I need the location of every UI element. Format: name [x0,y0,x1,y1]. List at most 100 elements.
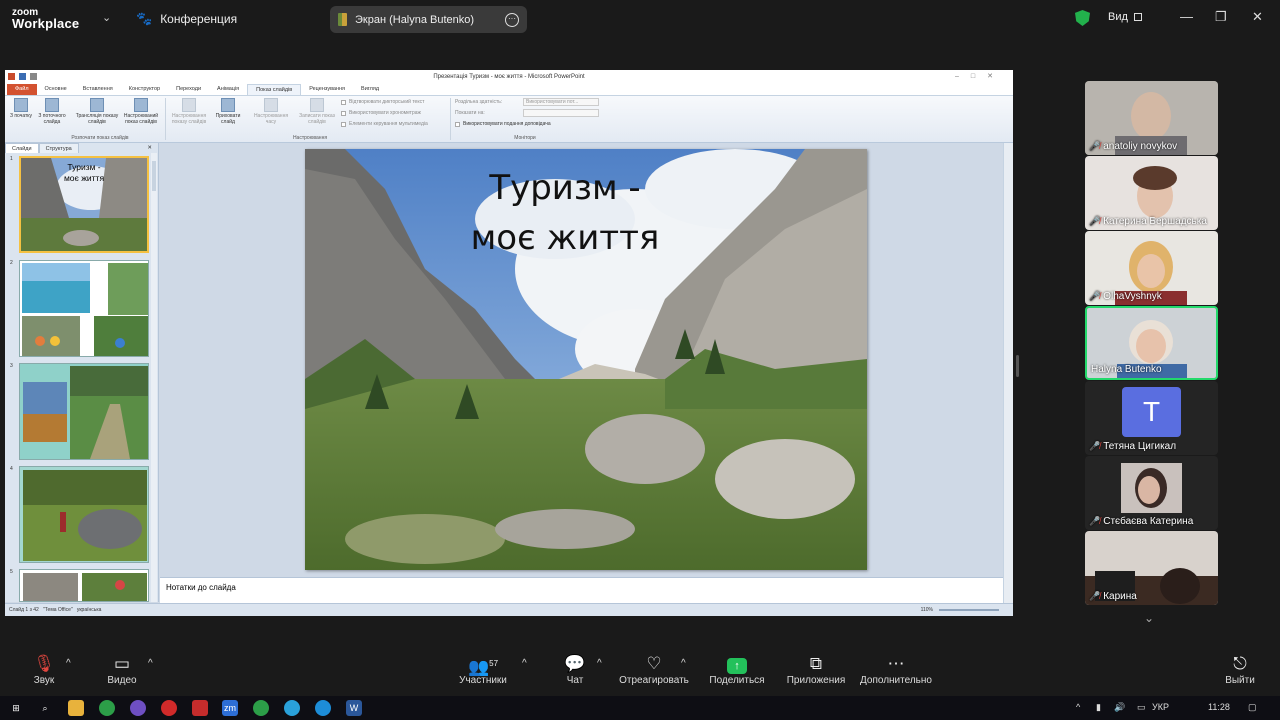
volume-icon[interactable]: 🔊 [1114,702,1125,713]
record-icon [310,98,324,112]
hide-slide-button[interactable]: Приховати слайд [211,98,245,125]
participant-tile[interactable]: T 🎤̸ Тетяна Цигикал [1085,381,1218,455]
from-start-button[interactable]: З початку [8,98,34,119]
view-button[interactable]: Вид [1108,11,1142,23]
chevron-down-icon[interactable]: ⌄ [102,11,111,24]
apps-button[interactable]: ⧉ Приложения [783,653,849,686]
rehearse-button[interactable]: Настроювання часу [251,98,291,125]
panel-scrollbar[interactable] [151,153,157,602]
status-slide-count: Слайд 1 з 42 [9,607,39,613]
more-button[interactable]: ⋯ Дополнительно [856,653,936,686]
participant-tile[interactable]: 🎤̸ Стєбаєва Катерина [1085,456,1218,530]
file-explorer-icon[interactable] [68,700,84,716]
word-icon[interactable]: W [346,700,362,716]
leave-button[interactable]: ⎋ Выйти [1220,653,1260,686]
more-options-icon[interactable]: ··· [505,12,519,27]
participant-tile[interactable]: 🎤̸ Катерина Бершадська [1085,156,1218,230]
current-slide[interactable]: Туризм - моє життя [305,149,867,570]
custom-show-button[interactable]: Настроюваний показ слайдів [119,98,163,125]
audio-button[interactable]: 🎙 Звук [28,653,60,686]
tab-review[interactable]: Рецензування [301,84,353,95]
tab-file[interactable]: Файл [7,84,37,95]
network-icon[interactable]: ▭ [1137,702,1146,713]
close-icon[interactable]: ✕ [1252,9,1263,25]
chrome-icon[interactable] [99,700,115,716]
slide-title[interactable]: Туризм - моє життя [415,163,715,263]
zoom-app-icon[interactable]: zm [222,700,238,716]
group-label-setup: Настроювання [292,135,328,141]
search-icon[interactable]: ⌕ [37,700,53,716]
participants-button[interactable]: 👥57 Участники [455,653,511,686]
video-button[interactable]: ▭ Видео [102,653,142,686]
record-show-button[interactable]: Записати показ слайдів [297,98,337,125]
resolution-select[interactable]: Використовувати пот... [523,98,599,106]
share-screen-icon: ↑ [727,658,747,674]
audio-options-caret[interactable]: ^ [66,658,71,669]
tray-app-icon[interactable]: ▮ [1096,702,1101,713]
slide-thumbnail[interactable] [19,466,149,563]
language-indicator[interactable]: УКР [1152,702,1169,712]
participant-tile[interactable]: 🎤̸ Карина [1085,531,1218,605]
meeting-info[interactable]: 🐾 Конференция [136,11,237,27]
clock[interactable]: 11:28 [1208,702,1230,712]
tab-design[interactable]: Конструктор [121,84,168,95]
ppt-window-controls[interactable]: –□✕ [955,70,1005,84]
tab-slideshow[interactable]: Показ слайдів [247,84,302,95]
restore-icon[interactable]: ❐ [1215,9,1227,25]
panel-splitter[interactable] [1016,355,1019,377]
edge-icon[interactable] [315,700,331,716]
viber-icon[interactable] [130,700,146,716]
participant-tile[interactable]: 🎤̸ OlhaVyshnyk [1085,231,1218,305]
zoom-slider[interactable] [939,609,999,611]
minimize-icon[interactable]: — [1180,9,1193,24]
notifications-icon[interactable]: ▢ [1248,702,1257,713]
media-controls-checkbox[interactable]: Елементи керування мультимедіа [341,121,428,127]
participants-options-caret[interactable]: ^ [522,658,527,669]
participant-tile-active-speaker[interactable]: Halyna Butenko [1085,306,1218,380]
broadcast-button[interactable]: Трансляція показу слайдів [75,98,119,125]
undo-icon[interactable] [30,73,37,80]
close-panel-icon[interactable]: ✕ [141,143,158,153]
tray-chevron-icon[interactable]: ^ [1076,702,1080,712]
share-button[interactable]: ↑ Поделиться [706,653,768,686]
tab-slides[interactable]: Слайди [5,143,39,153]
video-options-caret[interactable]: ^ [148,658,153,669]
opera-icon[interactable] [161,700,177,716]
status-zoom[interactable]: 110% [921,604,933,616]
scroll-participants-down-icon[interactable]: ⌄ [1144,611,1154,625]
tab-home[interactable]: Основне [37,84,75,95]
participant-tile[interactable]: 🎤̸ anatoliy novykov [1085,81,1218,155]
chat-button[interactable]: 💬 Чат [560,653,590,686]
slide-thumbnail[interactable] [19,260,149,357]
show-on-select[interactable] [523,109,599,117]
tab-view[interactable]: Вигляд [353,84,387,95]
slide-thumbnail[interactable] [19,569,149,602]
slide-thumbnail[interactable] [19,363,149,460]
thumb-title: Туризм - моє життя [63,162,105,183]
setup-show-button[interactable]: Настроювання показу слайдів [168,98,210,125]
chrome-icon[interactable] [253,700,269,716]
slide-thumbnail[interactable]: Туризм - моє життя [19,156,149,253]
telegram-icon[interactable] [284,700,300,716]
timings-checkbox[interactable]: Використовувати хронометраж [341,110,421,116]
grid-icon [1133,13,1142,21]
tab-animation[interactable]: Анімація [209,84,247,95]
react-options-caret[interactable]: ^ [681,658,686,669]
chat-options-caret[interactable]: ^ [597,658,602,669]
from-current-button[interactable]: З поточного слайда [35,98,69,125]
security-shield-icon[interactable] [1075,10,1090,26]
share-indicator-icon [338,13,347,26]
tab-transitions[interactable]: Переходи [168,84,209,95]
presenter-view-checkbox[interactable]: Використовувати подання доповідача [455,121,551,127]
notes-pane[interactable]: Нотатки до слайда [160,577,1003,603]
screen-share-pill[interactable]: Экран (Halyna Butenko) ··· [330,6,527,33]
tab-insert[interactable]: Вставлення [75,84,121,95]
mic-muted-icon: 🎙 [33,654,55,673]
save-icon[interactable] [19,73,26,80]
pdf-reader-icon[interactable] [192,700,208,716]
tab-outline[interactable]: Структура [38,143,79,153]
windows-start-icon[interactable]: ⊞ [8,700,24,716]
react-button[interactable]: ♡ Отреагировать [617,653,691,686]
canvas-scrollbar[interactable] [1003,143,1013,603]
narrations-checkbox[interactable]: Відтворювати дикторський текст [341,99,424,105]
